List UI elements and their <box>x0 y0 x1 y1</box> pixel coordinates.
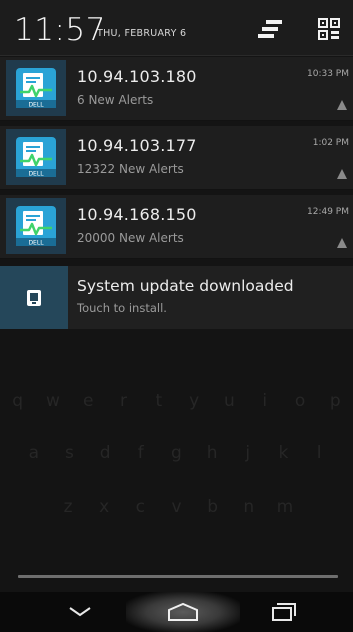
warning-icon <box>337 233 347 248</box>
shade-header: 11:57 THU, FEBRUARY 6 <box>0 0 353 56</box>
quick-settings-icon[interactable] <box>318 18 346 42</box>
keyboard-row: q w e r t y u i o p <box>0 384 353 418</box>
dell-monitor-icon: DELL <box>4 129 68 185</box>
recent-apps-icon[interactable] <box>256 592 312 632</box>
back-icon[interactable] <box>50 592 110 632</box>
shade-drag-handle[interactable] <box>18 575 338 578</box>
dell-monitor-icon: DELL <box>4 198 68 254</box>
dell-monitor-icon: DELL <box>4 60 68 116</box>
key: h <box>206 443 218 463</box>
key: n <box>243 497 255 517</box>
key: v <box>171 497 182 517</box>
home-icon[interactable] <box>126 592 240 632</box>
key: x <box>99 497 110 517</box>
notification-item[interactable]: DELL 10.94.168.150 20000 New Alerts 12:4… <box>0 195 353 259</box>
notification-time: 1:02 PM <box>312 138 349 148</box>
key: w <box>45 391 60 411</box>
key: z <box>63 497 73 517</box>
notification-title: 10.94.168.150 <box>77 205 197 224</box>
notification-subtitle: 20000 New Alerts <box>77 231 184 245</box>
notification-time: 12:49 PM <box>307 207 349 217</box>
notification-shade: 11:57 THU, FEBRUARY 6 DELL 10.94.103.180… <box>0 0 353 632</box>
key: s <box>65 443 74 463</box>
notification-item[interactable]: DELL 10.94.103.177 12322 New Alerts 1:02… <box>0 126 353 190</box>
navigation-bar <box>0 592 353 632</box>
notification-item[interactable]: DELL 10.94.103.180 6 New Alerts 10:33 PM <box>0 57 353 121</box>
system-update-title: System update downloaded <box>77 277 294 295</box>
warning-icon <box>337 164 347 179</box>
system-update-icon <box>0 266 68 329</box>
key: u <box>224 391 235 411</box>
svg-text:DELL: DELL <box>28 102 44 109</box>
keyboard-row: a s d f g h j k l <box>0 436 353 470</box>
warning-icon <box>337 95 347 110</box>
key: o <box>294 391 306 411</box>
background-keyboard: q w e r t y u i o p a s d f g h j k l z … <box>0 380 353 580</box>
key: f <box>137 443 144 463</box>
date: THU, FEBRUARY 6 <box>97 28 187 39</box>
keyboard-row: z x c v b n m <box>0 490 353 524</box>
key: a <box>28 443 40 463</box>
key: d <box>99 443 111 463</box>
notification-subtitle: 6 New Alerts <box>77 93 154 107</box>
key: l <box>316 443 322 463</box>
notification-subtitle: 12322 New Alerts <box>77 162 184 176</box>
svg-text:DELL: DELL <box>28 171 44 178</box>
key: g <box>171 443 182 463</box>
key: e <box>83 391 94 411</box>
key: j <box>245 443 251 463</box>
key: k <box>278 443 289 463</box>
clear-all-icon[interactable] <box>256 18 284 42</box>
notification-title: 10.94.103.180 <box>77 67 197 86</box>
key: q <box>12 391 24 411</box>
system-update-subtitle: Touch to install. <box>77 301 167 315</box>
svg-text:DELL: DELL <box>28 240 44 247</box>
key: p <box>329 391 341 411</box>
key: b <box>207 497 219 517</box>
key: t <box>155 391 163 411</box>
key: m <box>276 497 294 517</box>
key: r <box>120 391 128 411</box>
notification-time: 10:33 PM <box>307 69 349 79</box>
key: c <box>135 497 146 517</box>
key: i <box>262 391 268 411</box>
clock[interactable]: 11:57 <box>14 12 106 48</box>
key: y <box>189 391 200 411</box>
notification-title: 10.94.103.177 <box>77 136 197 155</box>
system-update-notification[interactable]: System update downloaded Touch to instal… <box>0 266 353 329</box>
